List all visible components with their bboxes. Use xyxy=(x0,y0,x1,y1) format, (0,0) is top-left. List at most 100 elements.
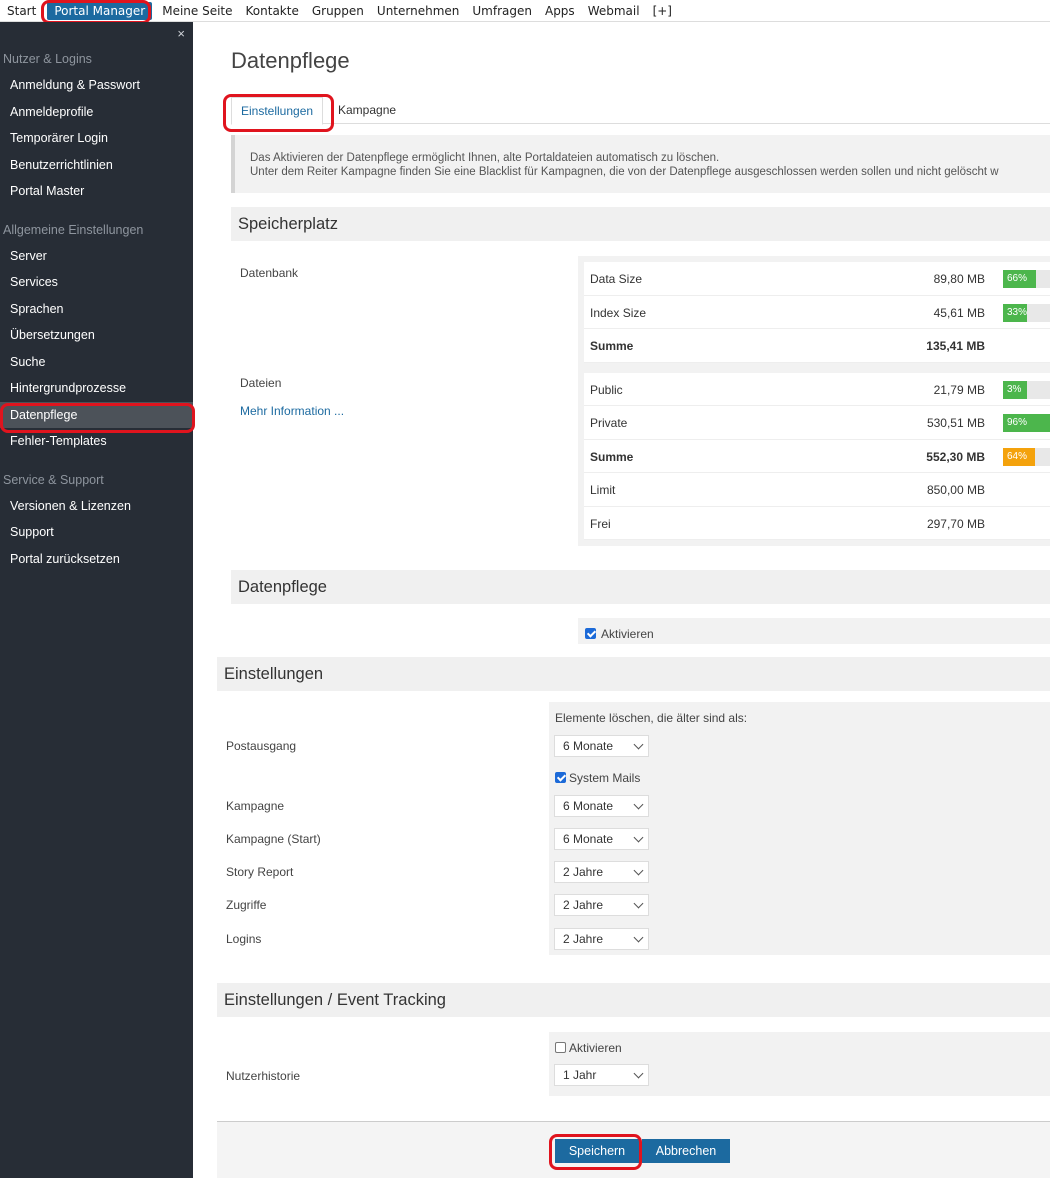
chevron-down-icon xyxy=(633,1068,644,1079)
section-einstellungen: Einstellungen xyxy=(217,657,1050,691)
page-title: Datenpflege xyxy=(231,48,350,73)
storage-row-value: 45,61 MB xyxy=(933,305,985,320)
nav-kontakte[interactable]: Kontakte xyxy=(242,0,308,22)
sidebar-item-anmeldeprofile[interactable]: Anmeldeprofile xyxy=(0,99,193,126)
retention-select[interactable]: 2 Jahre xyxy=(554,894,649,916)
usage-progress-bar: 66% xyxy=(1003,270,1050,288)
storage-row-value: 21,79 MB xyxy=(933,382,985,397)
close-icon[interactable]: × xyxy=(177,26,185,41)
tab-bar: Einstellungen Kampagne xyxy=(231,97,1050,125)
storage-row: Summe 552,30 MB 64% xyxy=(584,439,1050,473)
system-mails-label: System Mails xyxy=(569,771,641,785)
sidebar-item-hintergrundprozesse[interactable]: Hintergrundprozesse xyxy=(0,375,193,402)
save-button[interactable]: Speichern xyxy=(555,1139,639,1163)
label-postausgang: Postausgang xyxy=(226,739,297,753)
retention-select[interactable]: 6 Monate xyxy=(554,795,649,817)
sidebar-item-anmeldung[interactable]: Anmeldung & Passwort xyxy=(0,72,193,99)
sidebar: × Nutzer & Logins Anmeldung & Passwort A… xyxy=(0,22,193,1178)
storage-row: Private 530,51 MB 96% xyxy=(584,406,1050,440)
storage-row-name: Public xyxy=(590,382,623,397)
datenpflege-activate-label: Aktivieren xyxy=(601,627,654,641)
retention-select-value: 6 Monate xyxy=(563,799,614,813)
sidebar-group-nutzer: Nutzer & Logins xyxy=(3,52,92,66)
nav-webmail[interactable]: Webmail xyxy=(584,0,649,22)
sidebar-item-portal-master[interactable]: Portal Master xyxy=(0,178,193,205)
retention-select[interactable]: 2 Jahre xyxy=(554,861,649,883)
sidebar-item-suche[interactable]: Suche xyxy=(0,349,193,376)
usage-progress-bar: 33% xyxy=(1003,303,1050,322)
label-dateien: Dateien xyxy=(240,376,282,390)
postausgang-select-value: 6 Monate xyxy=(563,739,614,753)
storage-row-name: Summe xyxy=(590,339,634,353)
einstellungen-hint: Elemente löschen, die älter sind als: xyxy=(555,711,748,725)
retention-select[interactable]: 2 Jahre xyxy=(554,928,649,950)
nav-start[interactable]: Start xyxy=(3,0,45,22)
info-box: Das Aktivieren der Datenpflege ermöglich… xyxy=(231,135,1050,193)
tab-einstellungen[interactable]: Einstellungen xyxy=(231,97,324,125)
sidebar-item-support[interactable]: Support xyxy=(0,519,193,546)
chevron-down-icon xyxy=(633,865,644,876)
retention-select-value: 2 Jahre xyxy=(563,898,604,912)
event-tracking-activate-checkbox[interactable] xyxy=(555,1042,566,1053)
sidebar-item-portal-zuruecksetzen[interactable]: Portal zurücksetzen xyxy=(0,546,193,573)
nav-unternehmen[interactable]: Unternehmen xyxy=(373,0,468,22)
chevron-down-icon xyxy=(633,932,644,943)
system-mails-checkbox[interactable] xyxy=(555,772,566,783)
postausgang-select[interactable]: 6 Monate xyxy=(554,735,649,757)
more-information-link[interactable]: Mehr Information ... xyxy=(240,404,344,418)
nutzerhistorie-select[interactable]: 1 Jahr xyxy=(554,1064,649,1086)
chevron-down-icon xyxy=(633,898,644,909)
chevron-down-icon xyxy=(633,739,644,750)
storage-row-name: Index Size xyxy=(590,305,647,320)
label-datenbank: Datenbank xyxy=(240,266,299,280)
nav-portal-manager[interactable]: Portal Manager xyxy=(47,1,153,20)
storage-row-name: Limit xyxy=(590,483,616,497)
sidebar-item-server[interactable]: Server xyxy=(0,243,193,270)
sidebar-item-sprachen[interactable]: Sprachen xyxy=(0,296,193,323)
label-nutzerhistorie: Nutzerhistorie xyxy=(226,1069,301,1083)
storage-row-value: 530,51 MB xyxy=(926,416,985,430)
section-datenpflege: Datenpflege xyxy=(231,570,1050,604)
storage-row: Data Size 89,80 MB 66% xyxy=(584,262,1050,296)
sidebar-item-fehler-templates[interactable]: Fehler-Templates xyxy=(0,428,193,455)
nav-add[interactable]: [+] xyxy=(649,0,681,22)
retention-select-value: 6 Monate xyxy=(563,832,614,846)
storage-row-value: 297,70 MB xyxy=(926,516,985,531)
sidebar-group-allgemein: Allgemeine Einstellungen xyxy=(3,222,144,237)
storage-row-value: 850,00 MB xyxy=(926,483,985,497)
setting-label: Story Report xyxy=(226,865,294,879)
section-event-tracking: Einstellungen / Event Tracking xyxy=(217,983,1050,1017)
sidebar-item-benutzerrichtlinien[interactable]: Benutzerrichtlinien xyxy=(0,152,193,179)
sidebar-item-datenpflege[interactable]: Datenpflege xyxy=(0,401,193,428)
retention-select[interactable]: 6 Monate xyxy=(554,828,649,850)
storage-row-value: 89,80 MB xyxy=(933,272,985,286)
cancel-button[interactable]: Abbrechen xyxy=(642,1139,730,1163)
storage-row: Index Size 45,61 MB 33% xyxy=(584,295,1050,329)
usage-progress-fill: 96% xyxy=(1003,414,1050,432)
storage-table: Data Size 89,80 MB 66% Index Size 45,61 MB 33… xyxy=(578,256,1050,546)
storage-row: Summe 135,41 MB xyxy=(584,329,1050,363)
nav-apps[interactable]: Apps xyxy=(541,0,584,22)
storage-row: Frei 297,70 MB xyxy=(584,506,1050,540)
setting-label: Zugriffe xyxy=(226,898,267,912)
storage-row-value: 552,30 MB xyxy=(926,449,985,464)
sidebar-item-versionen[interactable]: Versionen & Lizenzen xyxy=(0,493,193,520)
sidebar-group-service: Service & Support xyxy=(3,472,104,487)
datenpflege-activate-checkbox[interactable] xyxy=(585,628,596,639)
sidebar-item-uebersetzungen[interactable]: Übersetzungen xyxy=(0,322,193,349)
nutzerhistorie-select-value: 1 Jahr xyxy=(563,1068,597,1082)
tab-kampagne[interactable]: Kampagne xyxy=(329,97,405,124)
nav-umfragen[interactable]: Umfragen xyxy=(468,0,541,22)
usage-progress-fill: 66% xyxy=(1003,270,1036,288)
storage-row: Limit 850,00 MB xyxy=(584,473,1050,507)
nav-gruppen[interactable]: Gruppen xyxy=(308,0,373,22)
nav-meine-seite[interactable]: Meine Seite xyxy=(158,0,241,22)
usage-progress-fill: 33% xyxy=(1003,303,1027,322)
main-content: Datenpflege Einstellungen Kampagne Das A… xyxy=(193,22,1050,1178)
storage-row-value: 135,41 MB xyxy=(926,339,985,353)
sidebar-item-temporaerer-login[interactable]: Temporärer Login xyxy=(0,125,193,152)
retention-select-value: 2 Jahre xyxy=(563,932,604,946)
sidebar-item-services[interactable]: Services xyxy=(0,269,193,296)
storage-row: Public 21,79 MB 3% xyxy=(584,372,1050,406)
section-speicherplatz: Speicherplatz xyxy=(231,207,1050,241)
